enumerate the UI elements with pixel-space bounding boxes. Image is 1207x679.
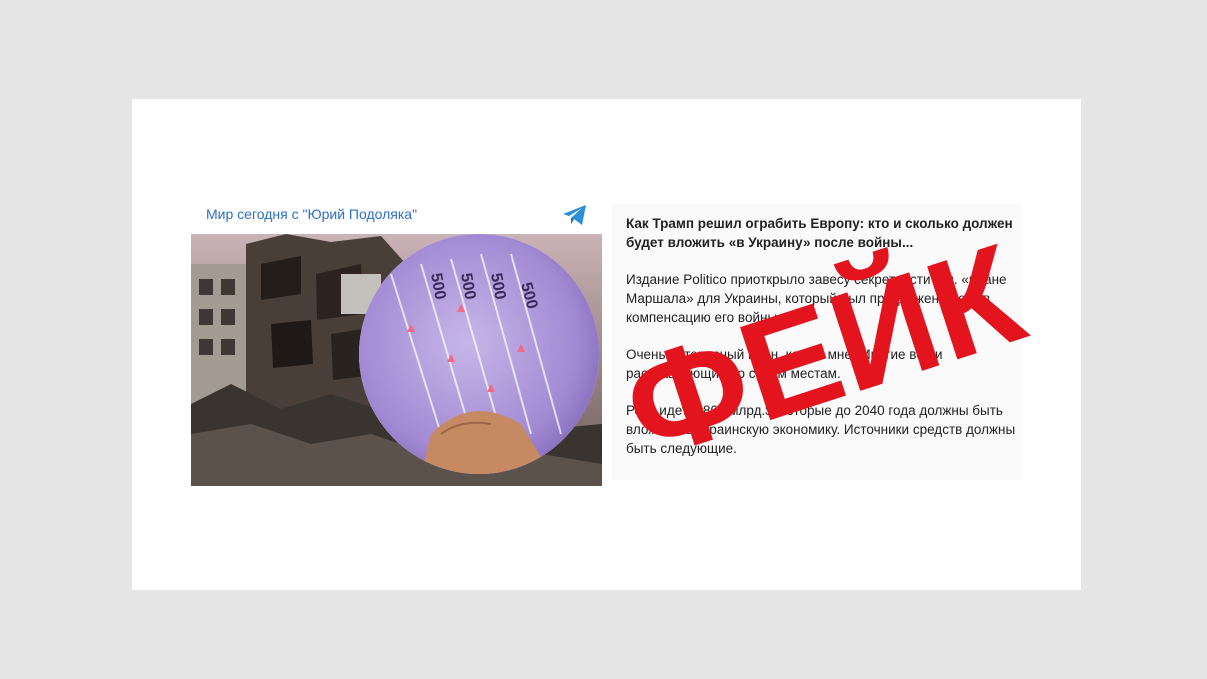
channel-name-link[interactable]: Мир сегодня с "Юрий Подоляка"	[206, 206, 417, 222]
post-photo: 500 500 500 500	[191, 234, 602, 486]
fake-stamp: ФЕЙК	[606, 212, 1041, 490]
photo-collage: 500 500 500 500	[191, 234, 602, 486]
fake-stamp-label: ФЕЙК	[606, 212, 1041, 490]
telegram-icon[interactable]	[562, 204, 588, 226]
